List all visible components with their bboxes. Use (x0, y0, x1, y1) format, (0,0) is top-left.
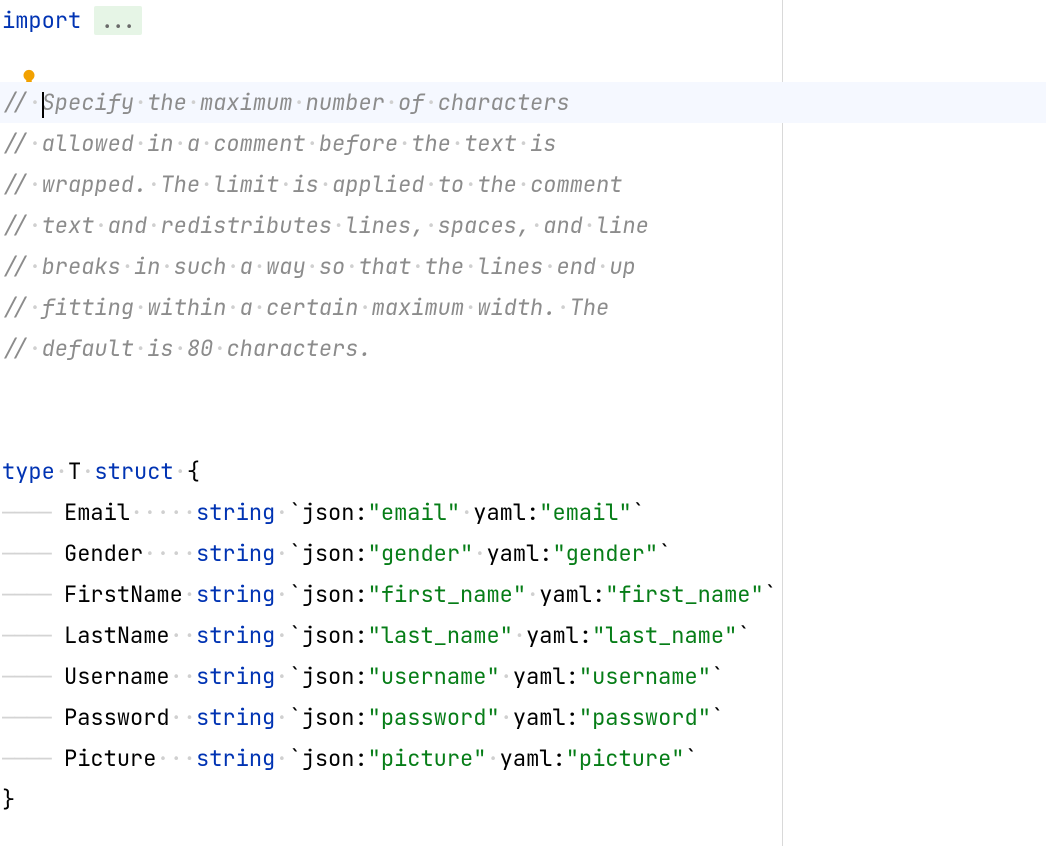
code-line-field[interactable]: ———— Password··string·`json:"password"·y… (0, 697, 1046, 738)
indent-guide: ———— (2, 703, 51, 732)
code-line-blank[interactable] (0, 410, 1046, 451)
indent-guide: ———— (2, 662, 51, 691)
keyword-import: import (2, 6, 81, 35)
code-line-field[interactable]: ———— LastName··string·`json:"last_name"·… (0, 615, 1046, 656)
comment-text: //· (2, 88, 42, 117)
indent-guide: ———— (2, 498, 51, 527)
field-type: string (196, 580, 275, 609)
code-line-comment[interactable]: //·breaks·in·such·a·way·so·that·the·line… (0, 246, 1046, 287)
tag-key-json: json: (302, 744, 368, 773)
code-line-comment[interactable]: //·fitting·within·a·certain·maximum·widt… (0, 287, 1046, 328)
comment-text: //·fitting·within·a·certain·maximum·widt… (2, 293, 609, 322)
field-name: Username (64, 662, 170, 691)
comment-text: Specify·the·maximum·number·of·characters (42, 88, 570, 117)
type-name: T (68, 457, 81, 486)
tag-key-yaml: yaml: (513, 662, 579, 691)
tag-value-json: "gender" (368, 539, 474, 568)
keyword-type: type (2, 457, 55, 486)
comment-text: //·breaks·in·such·a·way·so·that·the·line… (2, 252, 636, 281)
code-line-blank[interactable] (0, 41, 1046, 82)
code-line-comment[interactable]: //·default·is·80·characters. (0, 328, 1046, 369)
indent-guide: ———— (2, 621, 51, 650)
comment-text: //·default·is·80·characters. (2, 334, 372, 363)
code-line-field[interactable]: ———— Gender····string·`json:"gender"·yam… (0, 533, 1046, 574)
field-type: string (196, 703, 275, 732)
field-name: Password (64, 703, 170, 732)
tag-value-yaml: "first_name" (605, 580, 763, 609)
code-line-blank[interactable] (0, 369, 1046, 410)
tag-key-yaml: yaml: (473, 498, 539, 527)
text-cursor (42, 92, 44, 118)
tag-value-json: "password" (368, 703, 500, 732)
keyword-struct: struct (94, 457, 173, 486)
code-line-typedecl[interactable]: type·T·struct·{ (0, 451, 1046, 492)
tag-value-json: "last_name" (368, 621, 513, 650)
tag-key-yaml: yaml: (486, 539, 552, 568)
code-line-closebrace[interactable]: } (0, 779, 1046, 820)
tag-value-json: "username" (368, 662, 500, 691)
tag-value-yaml: "picture" (566, 744, 685, 773)
tag-value-json: "email" (368, 498, 460, 527)
tag-value-yaml: "last_name" (592, 621, 737, 650)
field-type: string (196, 621, 275, 650)
lightbulb-icon[interactable] (18, 62, 40, 84)
indent-guide: ———— (2, 539, 51, 568)
tag-value-yaml: "gender" (552, 539, 658, 568)
tag-value-json: "picture" (368, 744, 487, 773)
code-line-comment[interactable]: //·text·and·redistributes·lines,·spaces,… (0, 205, 1046, 246)
field-type: string (196, 539, 275, 568)
field-name: FirstName (64, 580, 183, 609)
close-brace: } (2, 785, 15, 814)
code-line-comment[interactable]: //·Specify·the·maximum·number·of·charact… (0, 82, 1046, 123)
tag-key-yaml: yaml: (513, 703, 579, 732)
tag-value-yaml: "password" (579, 703, 711, 732)
code-line-field[interactable]: ———— Username··string·`json:"username"·y… (0, 656, 1046, 697)
code-line-field[interactable]: ———— FirstName·string·`json:"first_name"… (0, 574, 1046, 615)
tag-key-json: json: (302, 662, 368, 691)
code-editor[interactable]: import ... //·Specify·the·maximum·number… (0, 0, 1046, 820)
code-line-comment[interactable]: //·wrapped.·The·limit·is·applied·to·the·… (0, 164, 1046, 205)
tag-key-json: json: (302, 703, 368, 732)
code-line-comment[interactable]: //·allowed·in·a·comment·before·the·text·… (0, 123, 1046, 164)
tag-key-json: json: (302, 498, 368, 527)
tag-key-json: json: (302, 539, 368, 568)
open-brace: { (187, 457, 200, 486)
code-line-field[interactable]: ———— Picture···string·`json:"picture"·ya… (0, 738, 1046, 779)
field-name: Picture (64, 744, 156, 773)
field-name: Email (64, 498, 130, 527)
indent-guide: ———— (2, 580, 51, 609)
field-type: string (196, 744, 275, 773)
tag-key-yaml: yaml: (539, 580, 605, 609)
tag-key-json: json: (302, 621, 368, 650)
code-line-field[interactable]: ———— Email·····string·`json:"email"·yaml… (0, 492, 1046, 533)
tag-key-yaml: yaml: (526, 621, 592, 650)
comment-text: //·text·and·redistributes·lines,·spaces,… (2, 211, 649, 240)
tag-value-json: "first_name" (368, 580, 526, 609)
field-type: string (196, 498, 275, 527)
tag-key-json: json: (302, 580, 368, 609)
indent-guide: ———— (2, 744, 51, 773)
comment-text: //·wrapped.·The·limit·is·applied·to·the·… (2, 170, 623, 199)
folded-region[interactable]: ... (94, 6, 142, 35)
field-name: Gender (64, 539, 143, 568)
tag-key-yaml: yaml: (500, 744, 566, 773)
field-type: string (196, 662, 275, 691)
field-name: LastName (64, 621, 170, 650)
comment-text: //·allowed·in·a·comment·before·the·text·… (2, 129, 556, 158)
code-line-import[interactable]: import ... (0, 0, 1046, 41)
tag-value-yaml: "username" (579, 662, 711, 691)
tag-value-yaml: "email" (539, 498, 631, 527)
